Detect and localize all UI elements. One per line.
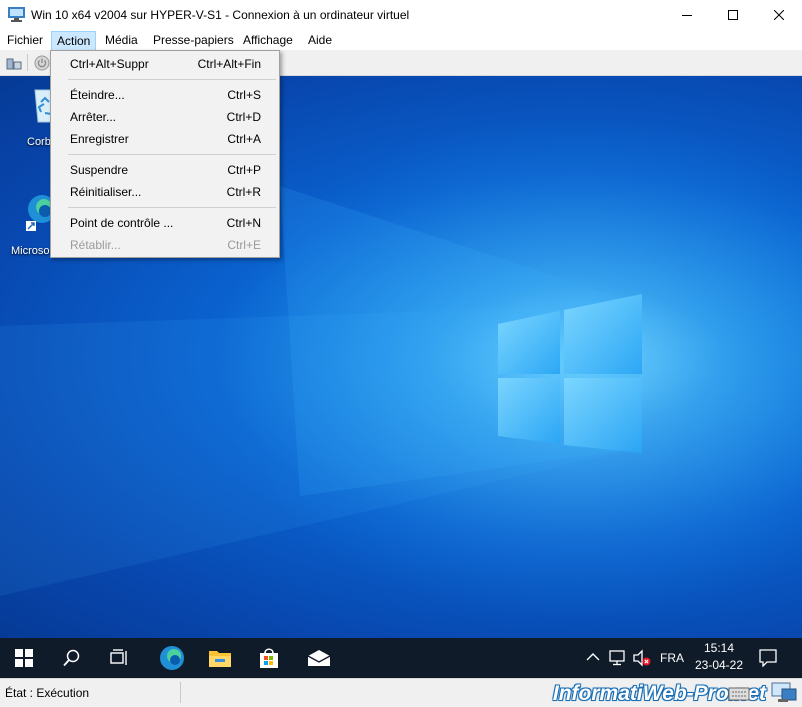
taskbar: FRA 15:14 23-04-22 [0, 638, 802, 678]
title-bar: Win 10 x64 v2004 sur HYPER-V-S1 - Connex… [0, 0, 802, 30]
menu-item-suspendre[interactable]: Suspendre Ctrl+P [51, 159, 279, 181]
menu-item-label: Réinitialiser... [70, 185, 142, 199]
menu-separator [68, 207, 276, 208]
close-icon [774, 10, 784, 20]
menu-separator [68, 79, 276, 80]
vm-connection-icon [8, 7, 25, 22]
power-icon[interactable] [34, 55, 50, 71]
menu-item-shortcut: Ctrl+A [227, 132, 261, 146]
menu-item-label: Enregistrer [70, 132, 129, 146]
menu-affichage[interactable]: Affichage [238, 30, 298, 50]
menu-item-eteindre[interactable]: Éteindre... Ctrl+S [51, 84, 279, 106]
menu-item-shortcut: Ctrl+N [226, 216, 261, 230]
desktop-icon-label: Microso [11, 245, 50, 257]
network-icon[interactable] [608, 649, 626, 667]
edge-icon [160, 646, 184, 670]
search-button[interactable] [48, 638, 96, 678]
vm-state-text: État : Exécution [5, 686, 90, 700]
status-separator [180, 682, 181, 703]
menu-item-label: Arrêter... [70, 110, 117, 124]
menu-item-label: Suspendre [70, 163, 129, 177]
close-button[interactable] [756, 0, 802, 30]
minimize-button[interactable] [664, 0, 710, 30]
taskbar-edge[interactable] [148, 638, 196, 678]
menu-item-point-de-controle[interactable]: Point de contrôle ... Ctrl+N [51, 212, 279, 234]
language-indicator[interactable]: FRA [656, 651, 688, 665]
keyboard-icon [728, 687, 750, 701]
menu-item-retablir: Rétablir... Ctrl+E [51, 234, 279, 256]
menu-item-arreter[interactable]: Arrêter... Ctrl+D [51, 106, 279, 128]
action-center-icon[interactable] [759, 649, 777, 667]
clock[interactable]: 15:14 23-04-22 [692, 641, 746, 672]
status-bar: État : Exécution InformatiWeb-Pro.net [0, 678, 802, 707]
task-view-button[interactable] [96, 638, 144, 678]
minimize-icon [682, 15, 692, 16]
action-menu-dropdown: Ctrl+Alt+Suppr Ctrl+Alt+Fin Éteindre... … [50, 50, 280, 258]
menu-item-shortcut: Ctrl+R [226, 185, 261, 199]
menu-item-enregistrer[interactable]: Enregistrer Ctrl+A [51, 128, 279, 150]
menu-media[interactable]: Média [100, 30, 143, 50]
search-icon [63, 649, 80, 667]
menu-item-shortcut: Ctrl+Alt+Fin [197, 57, 261, 71]
taskbar-store[interactable] [245, 638, 293, 678]
ctrl-alt-del-icon[interactable] [6, 56, 22, 70]
window-title: Win 10 x64 v2004 sur HYPER-V-S1 - Connex… [31, 8, 410, 22]
menu-item-shortcut: Ctrl+E [227, 238, 261, 252]
store-icon [260, 648, 278, 668]
menu-item-shortcut: Ctrl+S [227, 88, 261, 102]
menu-item-ctrl-alt-suppr[interactable]: Ctrl+Alt+Suppr Ctrl+Alt+Fin [51, 53, 279, 75]
enhanced-session-icon[interactable] [770, 681, 798, 705]
menu-item-label: Ctrl+Alt+Suppr [70, 57, 149, 71]
file-explorer-icon [209, 651, 231, 667]
desktop-icon-label: Corb [27, 136, 51, 148]
taskbar-file-explorer[interactable] [196, 638, 244, 678]
clock-date: 23-04-22 [694, 658, 744, 672]
maximize-button[interactable] [710, 0, 756, 30]
menu-item-label: Rétablir... [70, 238, 121, 252]
task-view-icon [110, 649, 127, 665]
volume-muted-icon[interactable] [632, 649, 652, 667]
menu-item-shortcut: Ctrl+D [226, 110, 261, 124]
menu-presse-papiers[interactable]: Presse-papiers [148, 30, 239, 50]
menu-item-shortcut: Ctrl+P [227, 163, 261, 177]
menu-item-label: Éteindre... [70, 88, 125, 102]
taskbar-mail[interactable] [295, 638, 343, 678]
chevron-up-icon[interactable] [586, 652, 600, 662]
menu-item-reinitialiser[interactable]: Réinitialiser... Ctrl+R [51, 181, 279, 203]
windows-start-icon [15, 649, 33, 667]
menu-bar: Fichier Action Média Presse-papiers Affi… [0, 30, 802, 51]
start-button[interactable] [0, 638, 48, 678]
maximize-icon [728, 10, 738, 20]
menu-separator [68, 154, 276, 155]
menu-aide[interactable]: Aide [303, 30, 337, 50]
menu-item-label: Point de contrôle ... [70, 216, 174, 230]
toolbar-separator [27, 54, 28, 71]
mail-icon [307, 650, 331, 666]
clock-time: 15:14 [703, 641, 735, 655]
menu-action[interactable]: Action [51, 31, 97, 51]
menu-fichier[interactable]: Fichier [2, 30, 48, 50]
